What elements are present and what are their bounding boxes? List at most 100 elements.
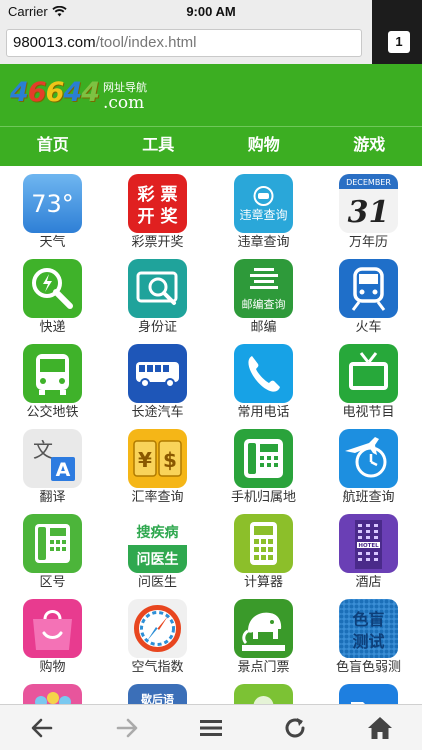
tile-partial-1[interactable] xyxy=(0,676,105,704)
tile-postcode[interactable]: 邮编查询 邮编 xyxy=(211,251,316,336)
tv-icon xyxy=(339,344,398,403)
postcode-icon: 邮编查询 xyxy=(234,259,293,318)
tile-label: 问医生 xyxy=(137,574,177,589)
tile-color-blind[interactable]: 色盲 测试 色盲色弱测 xyxy=(316,591,421,676)
tile-partial-3[interactable] xyxy=(211,676,316,704)
tile-coach[interactable]: 长途汽车 xyxy=(105,336,210,421)
lottery-icon: 彩 票开 奖 xyxy=(128,174,187,233)
tile-calculator[interactable]: 计算器 xyxy=(211,506,316,591)
tile-label: 景点门票 xyxy=(237,659,290,674)
svg-text:彩 票: 彩 票 xyxy=(137,185,178,205)
tile-tv[interactable]: 电视节目 xyxy=(316,336,421,421)
tile-label: 彩票开奖 xyxy=(131,234,184,249)
tile-express[interactable]: 快递 xyxy=(0,251,105,336)
reload-button[interactable] xyxy=(253,705,337,750)
weather-icon: 73° xyxy=(23,174,82,233)
svg-text:31: 31 xyxy=(348,195,390,230)
tile-label: 翻译 xyxy=(39,489,66,504)
nav-item-games[interactable]: 游戏 xyxy=(317,127,422,166)
tile-calendar[interactable]: DECEMBER 31 万年历 xyxy=(316,166,421,251)
coach-icon xyxy=(128,344,187,403)
home-button[interactable] xyxy=(338,705,422,750)
tile-shopping[interactable]: 购物 xyxy=(0,591,105,676)
telephone-icon xyxy=(234,429,293,488)
partial-blue-icon: 歇后语 xyxy=(128,684,187,704)
tool-grid: 73° 天气 彩 票开 奖 彩票开奖 违章查询 违章查询 DECEMBER 31 … xyxy=(0,166,422,704)
tile-scenic-ticket[interactable]: 景点门票 xyxy=(211,591,316,676)
tile-weather[interactable]: 73° 天气 xyxy=(0,166,105,251)
tile-label: 酒店 xyxy=(355,574,382,589)
menu-button[interactable] xyxy=(169,705,253,750)
tile-label: 违章查询 xyxy=(237,234,290,249)
calculator-icon xyxy=(234,514,293,573)
svg-text:¥: ¥ xyxy=(138,448,152,472)
svg-text:文: 文 xyxy=(33,438,53,462)
home-icon xyxy=(367,716,392,739)
svg-text:色盲: 色盲 xyxy=(352,610,384,629)
tile-label: 航班查询 xyxy=(342,489,395,504)
url-domain: 980013.com xyxy=(13,34,96,51)
tile-label: 万年历 xyxy=(348,234,388,249)
phone-icon xyxy=(234,344,293,403)
browser-toolbar xyxy=(0,704,422,750)
tile-traffic-violation[interactable]: 违章查询 违章查询 xyxy=(211,166,316,251)
site-header: 46644 网址导航 .com xyxy=(0,64,422,126)
logo-text: 网址导航 .com xyxy=(103,78,147,112)
tile-air-index[interactable]: 空气指数 xyxy=(105,591,210,676)
bus-icon xyxy=(23,344,82,403)
tile-lottery[interactable]: 彩 票开 奖 彩票开奖 xyxy=(105,166,210,251)
nav-item-tools[interactable]: 工具 xyxy=(106,127,212,166)
url-input[interactable]: 980013.com/tool/index.html xyxy=(6,29,362,57)
hotel-icon: HOTEL xyxy=(339,514,398,573)
svg-text:73°: 73° xyxy=(31,190,74,218)
tile-translate[interactable]: 文A 翻译 xyxy=(0,421,105,506)
scenic-ticket-icon xyxy=(234,599,293,658)
express-search-icon xyxy=(23,259,82,318)
forward-button[interactable] xyxy=(84,705,168,750)
svg-text:$: $ xyxy=(163,448,177,472)
svg-text:开 奖: 开 奖 xyxy=(138,206,179,227)
color-blind-test-icon: 色盲 测试 xyxy=(339,599,398,658)
nav-item-shopping[interactable]: 购物 xyxy=(211,127,317,166)
tile-area-code[interactable]: 区号 xyxy=(0,506,105,591)
air-index-icon xyxy=(128,599,187,658)
back-button[interactable] xyxy=(0,705,84,750)
tile-label: 天气 xyxy=(39,234,66,249)
tile-label: 快递 xyxy=(39,319,66,334)
tile-flight[interactable]: 航班查询 xyxy=(316,421,421,506)
tile-hotel[interactable]: HOTEL 酒店 xyxy=(316,506,421,591)
tile-label: 购物 xyxy=(39,659,66,674)
tile-label: 身份证 xyxy=(137,319,177,334)
svg-text:搜疾病: 搜疾病 xyxy=(137,524,179,541)
shopping-bag-icon xyxy=(23,599,82,658)
tile-label: 区号 xyxy=(39,574,66,589)
tab-count-button[interactable]: 1 xyxy=(388,31,410,53)
tile-train[interactable]: 火车 xyxy=(316,251,421,336)
tile-mobile-location[interactable]: 手机归属地 xyxy=(211,421,316,506)
calendar-icon: DECEMBER 31 xyxy=(339,174,398,233)
tile-label: 火车 xyxy=(355,319,382,334)
tile-label: 汇率查询 xyxy=(131,489,184,504)
svg-text:歇后语: 歇后语 xyxy=(140,692,174,704)
site-logo[interactable]: 46644 网址导航 .com xyxy=(10,78,147,114)
train-icon xyxy=(339,259,398,318)
tile-partial-2[interactable]: 歇后语 xyxy=(105,676,210,704)
tile-phone[interactable]: 常用电话 xyxy=(211,336,316,421)
exchange-rate-icon: ¥ $ xyxy=(128,429,187,488)
svg-text:邮编查询: 邮编查询 xyxy=(242,297,286,311)
carrier-section: Carrier xyxy=(8,4,148,19)
tile-bus[interactable]: 公交地铁 xyxy=(0,336,105,421)
tile-label: 长途汽车 xyxy=(131,404,184,419)
category-nav: 首页 工具 购物 游戏 xyxy=(0,126,422,166)
tile-label: 电视节目 xyxy=(342,404,395,419)
tile-label: 手机归属地 xyxy=(230,489,296,504)
tile-label: 空气指数 xyxy=(131,659,184,674)
nav-item-home[interactable]: 首页 xyxy=(0,127,106,166)
tile-partial-4[interactable] xyxy=(316,676,421,704)
tile-id-card[interactable]: 身份证 xyxy=(105,251,210,336)
back-icon xyxy=(31,718,53,737)
tile-doctor[interactable]: 搜疾病 问医生 问医生 xyxy=(105,506,210,591)
area-code-phone-icon xyxy=(23,514,82,573)
tile-label: 邮编 xyxy=(250,319,277,334)
tile-exchange-rate[interactable]: ¥ $ 汇率查询 xyxy=(105,421,210,506)
